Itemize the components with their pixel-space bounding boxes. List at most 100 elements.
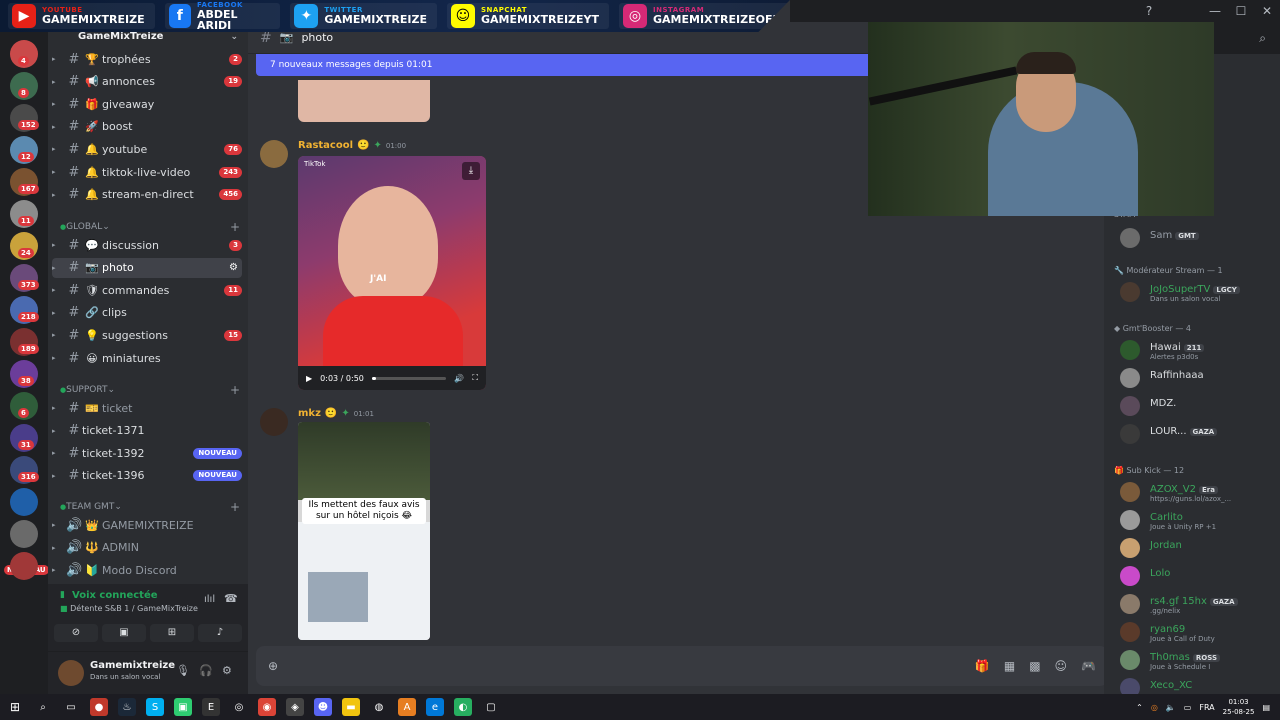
channel-ticket[interactable]: ▸ # 🎫 ticket	[52, 398, 242, 418]
member-lolo[interactable]: Lolo	[1120, 566, 1280, 588]
maximize-icon[interactable]: ☐	[1228, 4, 1254, 18]
add-channel-icon[interactable]: +	[230, 383, 240, 397]
social-youtube[interactable]: ▶ YOUTUBE GAMEMIXTREIZE	[8, 3, 155, 29]
app-icon[interactable]: ▣	[174, 698, 192, 716]
gif-icon[interactable]: ▦	[1004, 659, 1015, 673]
channel-admin[interactable]: ▸ 🔊 🔱 ADMIN	[52, 538, 242, 558]
channel-clips[interactable]: ▸ # 🔗 clips	[52, 303, 242, 323]
channel-giveaway[interactable]: ▸ # 🎁 giveaway	[52, 94, 242, 114]
search-icon[interactable]: ⌕	[1214, 22, 1280, 54]
app-icon[interactable]: ◐	[454, 698, 472, 716]
member-rs4-gf-15hx[interactable]: rs4.gf 15hx GAZA .gg/nelix	[1120, 594, 1280, 616]
image-attachment[interactable]: Ils mettent des faux avis sur un hôtel n…	[298, 422, 430, 640]
emoji-icon[interactable]: ☺	[1055, 659, 1068, 673]
chrome-icon[interactable]: ◉	[258, 698, 276, 716]
app-icon[interactable]: ◎	[230, 698, 248, 716]
social-twitter[interactable]: ✦ TWITTER GAMEMIXTREIZE	[290, 3, 437, 29]
sticker-icon[interactable]: ▩	[1029, 659, 1040, 673]
folder-icon[interactable]: ▬	[342, 698, 360, 716]
channel-ticket-1396[interactable]: ▸ # ticket-1396 NOUVEAU	[52, 466, 242, 486]
channel-ticket-1392[interactable]: ▸ # ticket-1392 NOUVEAU	[52, 443, 242, 463]
channel-gamemixtreize[interactable]: ▸ 🔊 👑 GAMEMIXTREIZE	[52, 515, 242, 535]
video-attachment[interactable]: TikTok J'AI ⤓ ▶ 0:03 / 0:50 🔊 ⛶	[298, 156, 486, 390]
server-icon[interactable]	[10, 520, 38, 548]
member-carlito[interactable]: Carlito Joue à Unity RP +1	[1120, 510, 1280, 532]
notification-icon[interactable]: ▤	[1262, 703, 1270, 712]
tray-app-icon[interactable]: ◎	[1151, 703, 1158, 712]
channel-annonces[interactable]: ▸ # 📢 annonces 19	[52, 72, 242, 92]
app-icon[interactable]: A	[398, 698, 416, 716]
epic-icon[interactable]: E	[202, 698, 220, 716]
volume-tray-icon[interactable]: 🔈	[1166, 703, 1176, 712]
channel-suggestions[interactable]: ▸ # 💡 suggestions 15	[52, 325, 242, 345]
author-name[interactable]: mkz	[298, 408, 321, 419]
screen-share-button[interactable]: ▣	[102, 624, 146, 642]
camera-off-button[interactable]: ⊘	[54, 624, 98, 642]
member-raffinhaaa[interactable]: Raffinhaaa	[1120, 368, 1280, 390]
channel-youtube[interactable]: ▸ # 🔔 youtube 76	[52, 139, 242, 159]
apps-icon[interactable]: 🎮	[1081, 659, 1096, 673]
category-header[interactable]: ● SUPPORT ⌄ +	[60, 383, 240, 397]
member-jojosupertv[interactable]: JoJoSuperTV LGCY Dans un salon vocal	[1120, 282, 1280, 304]
obs-icon[interactable]: ◍	[370, 698, 388, 716]
app-icon[interactable]: ▢	[482, 698, 500, 716]
voice-wave-icon[interactable]: ılıl	[204, 594, 215, 605]
social-facebook[interactable]: f FACEBOOK ABDEL ARIDI	[164, 1, 281, 31]
channel-boost[interactable]: ▸ # 🚀 boost	[52, 117, 242, 137]
download-icon[interactable]: ⤓	[462, 162, 480, 180]
video-frame[interactable]: TikTok J'AI ⤓	[298, 156, 486, 366]
soundboard-button[interactable]: ♪	[198, 624, 242, 642]
search-taskbar-icon[interactable]: ⌕	[34, 698, 52, 716]
edge-icon[interactable]: e	[426, 698, 444, 716]
social-instagram[interactable]: ◎ INSTAGRAM GAMEMIXTREIZEOFF	[619, 3, 790, 29]
minimize-icon[interactable]: —	[1202, 4, 1228, 18]
member-jordan[interactable]: Jordan	[1120, 538, 1280, 560]
member-azox-v2[interactable]: AZOX_V2 Era https://guns.lol/azox_...	[1120, 482, 1280, 504]
channel-commandes[interactable]: ▸ # 🛡 commandes 11	[52, 280, 242, 300]
discord-icon[interactable]: ☻	[314, 698, 332, 716]
server-icon[interactable]	[10, 488, 38, 516]
add-attachment-icon[interactable]: ⊕	[268, 659, 278, 673]
headset-icon[interactable]: 🎧	[199, 664, 213, 677]
mic-icon[interactable]: 🎙	[176, 664, 190, 677]
message-composer[interactable]: ⊕ 🎁 ▦ ▩ ☺ 🎮	[256, 646, 1108, 686]
network-icon[interactable]: ▭	[1184, 703, 1192, 712]
activity-button[interactable]: ⊞	[150, 624, 194, 642]
category-header[interactable]: ● TEAM GMT ⌄ +	[60, 500, 240, 514]
category-header[interactable]: ● GLOBAL ⌄ +	[60, 220, 240, 234]
skype-icon[interactable]: S	[146, 698, 164, 716]
channel-stream-en-direct[interactable]: ▸ # 🔔 stream-en-direct 456	[52, 185, 242, 205]
channel-photo[interactable]: ▸ # 📷 photo ⚙	[52, 257, 242, 278]
add-channel-icon[interactable]: +	[230, 500, 240, 514]
member-xeco-xc[interactable]: Xeco_XC	[1120, 678, 1280, 694]
help-icon[interactable]: ?	[1136, 4, 1162, 18]
app-icon[interactable]: ●	[90, 698, 108, 716]
author-avatar[interactable]	[260, 408, 288, 436]
member-ryan69[interactable]: ryan69 Joue à Call of Duty	[1120, 622, 1280, 644]
author-avatar[interactable]	[260, 140, 288, 168]
new-messages-bar[interactable]: 7 nouveaux messages depuis 01:01	[256, 54, 876, 76]
video-progress-bar[interactable]	[371, 376, 447, 380]
member-sam[interactable]: Sam GMT	[1120, 228, 1280, 250]
start-icon[interactable]: ⊞	[6, 698, 24, 716]
previous-image-attachment[interactable]	[298, 80, 430, 122]
social-snapchat[interactable]: ☺ SNAPCHAT GAMEMIXTREIZEYT	[446, 3, 610, 29]
clock[interactable]: 01:03 25-08-25	[1223, 697, 1255, 717]
member-hawai[interactable]: Hawai 211 Alertes p3d0s	[1120, 340, 1280, 362]
channel-miniatures[interactable]: ▸ # 😀 miniatures	[52, 348, 242, 368]
close-icon[interactable]: ✕	[1254, 4, 1280, 18]
channel-ticket-1371[interactable]: ▸ # ticket-1371	[52, 421, 242, 441]
gift-icon[interactable]: 🎁	[975, 659, 990, 673]
app-icon[interactable]: ◈	[286, 698, 304, 716]
channel-troph-es[interactable]: ▸ # 🏆 trophées 2	[52, 49, 242, 69]
member-mdz-[interactable]: MDZ.	[1120, 396, 1280, 418]
fullscreen-icon[interactable]: ⛶	[472, 373, 478, 383]
member-th0mas[interactable]: Th0mas ROSS Joue à Schedule I	[1120, 650, 1280, 672]
server-icon[interactable]	[10, 552, 38, 580]
user-avatar[interactable]	[58, 660, 84, 686]
invite-settings-icon[interactable]: ⚙	[229, 262, 238, 273]
channel-tiktok-live-video[interactable]: ▸ # 🔔 tiktok-live-video 243	[52, 162, 242, 182]
add-channel-icon[interactable]: +	[230, 220, 240, 234]
channel-discussion[interactable]: ▸ # 💬 discussion 3	[52, 235, 242, 255]
server-name-header[interactable]: GameMixTreize ⌄	[48, 32, 248, 44]
